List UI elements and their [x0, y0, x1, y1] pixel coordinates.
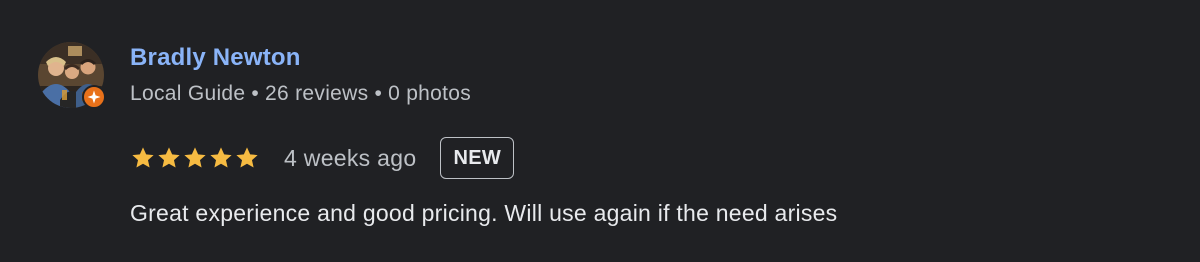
local-guide-badge-icon [82, 85, 106, 109]
star-icon [132, 147, 154, 168]
star-icon [158, 147, 180, 168]
star-rating [130, 145, 260, 171]
reviewer-meta: Local Guide • 26 reviews • 0 photos [130, 82, 471, 106]
review-text: Great experience and good pricing. Will … [130, 200, 838, 226]
local-guide-star-icon [87, 90, 101, 104]
reviewer-avatar-link[interactable] [38, 42, 106, 110]
review-age: 4 weeks ago [284, 144, 417, 171]
new-badge: NEW [440, 137, 515, 179]
reviewer-role: Local Guide [130, 82, 246, 105]
star-icon [210, 147, 232, 168]
separator-dot: • [251, 82, 260, 105]
reviewer-photo-count: 0 photos [388, 82, 472, 105]
star-icon [184, 147, 206, 168]
separator-dot: • [374, 82, 383, 105]
star-icon [236, 147, 258, 168]
reviewer-name[interactable]: Bradly Newton [130, 44, 301, 72]
review-card: Bradly Newton Local Guide • 26 reviews • 0 p… [0, 0, 1200, 262]
rating-row: 4 weeks ago NEW [130, 136, 515, 180]
reviewer-review-count: 26 reviews [265, 82, 369, 105]
